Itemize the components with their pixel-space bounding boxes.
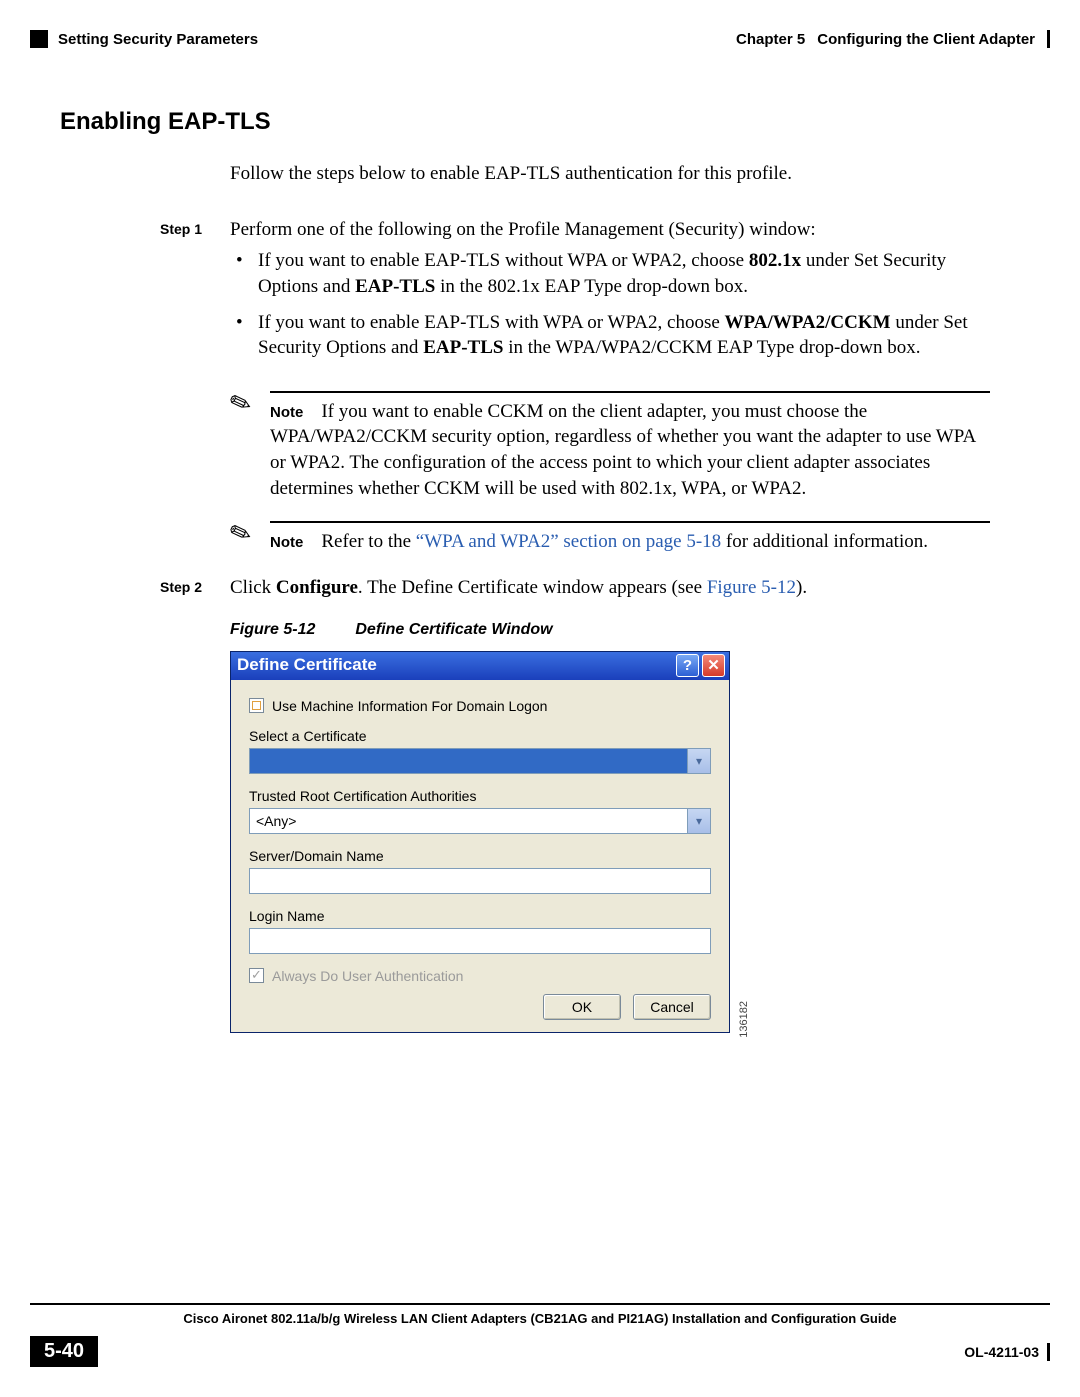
section-heading: Enabling EAP-TLS — [60, 108, 1050, 136]
list-item: If you want to enable EAP-TLS with WPA o… — [230, 310, 990, 361]
chevron-down-icon[interactable]: ▾ — [687, 809, 710, 833]
step-2-label: Step 2 — [160, 575, 230, 601]
define-certificate-dialog: Define Certificate ? ✕ Use Machine Infor… — [230, 651, 730, 1033]
step-2: Step 2 Click Configure. The Define Certi… — [160, 575, 990, 601]
step-1-body: Perform one of the following on the Prof… — [230, 217, 990, 371]
machine-info-checkbox-row[interactable]: Use Machine Information For Domain Logon — [249, 698, 711, 714]
always-auth-label: Always Do User Authentication — [272, 968, 463, 984]
note-label: Note — [270, 404, 303, 421]
footer-guide-title: Cisco Aironet 802.11a/b/g Wireless LAN C… — [30, 1311, 1050, 1326]
help-button[interactable]: ? — [676, 654, 699, 677]
checkbox-icon[interactable] — [249, 698, 264, 713]
trusted-root-combo[interactable]: <Any> ▾ — [249, 808, 711, 834]
server-domain-input[interactable] — [249, 868, 711, 894]
footer-bar-icon — [1047, 1343, 1050, 1361]
header-bar-icon — [1047, 30, 1050, 48]
note-1-text: If you want to enable CCKM on the client… — [270, 401, 975, 499]
step-2-body: Click Configure. The Define Certificate … — [230, 575, 990, 601]
step-1-label: Step 1 — [160, 217, 230, 371]
pencil-icon: ✎ — [230, 391, 270, 502]
list-item: If you want to enable EAP-TLS without WP… — [230, 248, 990, 299]
figure-caption: Figure 5-12 Define Certificate Window — [230, 621, 1050, 639]
step-1-text: Perform one of the following on the Prof… — [230, 219, 816, 240]
header-chapter-title: Configuring the Client Adapter — [817, 31, 1035, 48]
note-1: ✎ NoteIf you want to enable CCKM on the … — [230, 391, 990, 502]
footer-doc-id: OL-4211-03 — [964, 1343, 1050, 1361]
server-domain-label: Server/Domain Name — [249, 848, 711, 864]
header-marker-icon — [30, 30, 48, 48]
trusted-root-label: Trusted Root Certification Authorities — [249, 788, 711, 804]
ok-button[interactable]: OK — [543, 994, 621, 1020]
footer-rule — [30, 1303, 1050, 1305]
note-rule — [270, 521, 990, 523]
login-name-label: Login Name — [249, 908, 711, 924]
note-rule — [270, 391, 990, 393]
dialog-title: Define Certificate — [237, 655, 377, 675]
close-button[interactable]: ✕ — [702, 654, 725, 677]
checkbox-icon — [249, 968, 264, 983]
figure-title: Define Certificate Window — [355, 621, 552, 638]
cross-ref-link[interactable]: “WPA and WPA2” section on page 5-18 — [416, 531, 721, 552]
pencil-icon: ✎ — [230, 521, 270, 555]
trusted-root-value: <Any> — [250, 809, 687, 833]
note-label: Note — [270, 534, 303, 551]
select-certificate-value — [250, 749, 687, 773]
figure-ref-link[interactable]: Figure 5-12 — [707, 577, 796, 598]
header-right: Chapter 5 Configuring the Client Adapter — [736, 30, 1050, 48]
dialog-button-row: OK Cancel — [249, 994, 711, 1020]
page: Setting Security Parameters Chapter 5 Co… — [0, 0, 1080, 1397]
chevron-down-icon[interactable]: ▾ — [687, 749, 710, 773]
running-header: Setting Security Parameters Chapter 5 Co… — [30, 30, 1050, 48]
header-section: Setting Security Parameters — [58, 31, 258, 48]
page-number: 5-40 — [30, 1336, 98, 1367]
figure-image: Define Certificate ? ✕ Use Machine Infor… — [230, 651, 1050, 1033]
dialog-body: Use Machine Information For Domain Logon… — [231, 680, 729, 1032]
dialog-titlebar: Define Certificate ? ✕ — [231, 652, 729, 680]
step-1-bullets: If you want to enable EAP-TLS without WP… — [230, 248, 990, 361]
figure-number: Figure 5-12 — [230, 621, 315, 638]
always-auth-checkbox-row: Always Do User Authentication — [249, 968, 711, 984]
select-certificate-label: Select a Certificate — [249, 728, 711, 744]
cancel-button[interactable]: Cancel — [633, 994, 711, 1020]
header-left: Setting Security Parameters — [30, 30, 258, 48]
intro-paragraph: Follow the steps below to enable EAP-TLS… — [230, 161, 990, 187]
note-2: ✎ NoteRefer to the “WPA and WPA2” sectio… — [230, 521, 990, 555]
image-id-label: 136182 — [738, 1001, 750, 1038]
page-footer: Cisco Aironet 802.11a/b/g Wireless LAN C… — [30, 1303, 1050, 1367]
header-chapter: Chapter 5 — [736, 31, 805, 48]
login-name-input[interactable] — [249, 928, 711, 954]
step-1: Step 1 Perform one of the following on t… — [160, 217, 990, 371]
machine-info-label: Use Machine Information For Domain Logon — [272, 698, 547, 714]
select-certificate-combo[interactable]: ▾ — [249, 748, 711, 774]
